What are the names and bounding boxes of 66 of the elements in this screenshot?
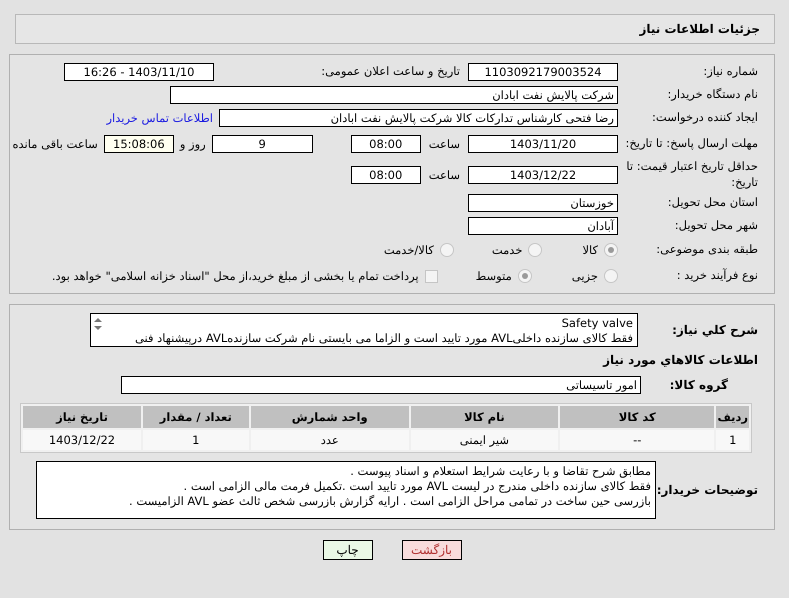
table-cell: -- — [560, 430, 714, 450]
announce-date-field: 1403/11/10 - 16:26 — [64, 62, 214, 80]
date-field: 1403/12/22 — [468, 166, 618, 184]
radio-button[interactable] — [528, 243, 542, 257]
radio-button[interactable] — [518, 269, 532, 283]
time-label: ساعت — [428, 168, 460, 182]
column-header: واحد شمارش — [250, 406, 409, 428]
field-label: ایجاد کننده درخواست: — [651, 110, 759, 126]
back-button[interactable]: بازگشت — [402, 540, 462, 560]
column-header: کد کالا — [560, 406, 714, 428]
notes-line: بازرسی حین ساخت در تمامی مراحل الزامی است . ارایه گزارش بازرسی شخص ثالث عضو AVL الزامیست . — [128, 494, 651, 509]
field-label: نام دستگاه خریدار: — [666, 86, 759, 102]
radio-button[interactable] — [604, 269, 618, 283]
table-cell: عدد — [250, 430, 409, 450]
goods-group-field: امور تاسیساتی — [121, 376, 641, 394]
contact-link[interactable]: اطلاعات تماس خریدار — [106, 110, 213, 124]
radio-label: خدمت — [492, 243, 522, 257]
column-header: نام کالا — [410, 406, 558, 428]
radio-button[interactable] — [604, 243, 618, 257]
payment-checkbox[interactable] — [424, 270, 438, 282]
field-label: حداقل تاریخ اعتبار قیمت: تا تاریخ: — [625, 159, 759, 191]
field-label: شماره نیاز: — [702, 64, 759, 80]
buyer-field: شرکت پالایش نفت ابادان — [170, 86, 618, 104]
scroll-arrows-icon — [93, 316, 103, 332]
radio-button[interactable] — [440, 243, 454, 257]
column-header: تاریخ نیاز — [23, 406, 141, 428]
radio-label: متوسط — [476, 269, 512, 283]
field-label: گروه کالا: — [668, 376, 729, 394]
field-label: مهلت ارسال پاسخ: تا تاریخ: — [624, 136, 759, 152]
province-field: خوزستان — [468, 194, 618, 212]
print-button[interactable]: چاپ — [322, 540, 372, 560]
column-header: تعداد / مقدار — [143, 406, 249, 428]
table-cell: 1403/12/22 — [23, 430, 141, 450]
buyer-notes-box[interactable] — [36, 461, 656, 519]
remaining-time-field: 15:08:06 — [104, 135, 174, 153]
field-label: تاریخ و ساعت اعلان عمومی: — [320, 64, 461, 80]
date-field: 1403/11/20 — [468, 135, 618, 153]
field-label: شهر محل تحویل: — [674, 218, 759, 234]
radio-label: کالا/خدمت — [384, 243, 434, 257]
description-line: فقط کالای سازنده داخلیAVL مورد تایید است و الزاما می بایستی نام شرکت سازندهAVL درپیشنهاد فنی — [134, 331, 633, 346]
table-cell: 1 — [716, 430, 749, 450]
time-field: 08:00 — [350, 166, 421, 184]
time-label: ساعت — [428, 137, 460, 151]
field-label: توضیحات خریدار: — [656, 482, 759, 498]
notes-line: مطابق شرح تقاضا و با رعایت شرایط استعلام و اسناد پیوست . — [349, 464, 651, 479]
field-label: استان محل تحویل: — [666, 194, 759, 210]
radio-label: کالا — [582, 243, 598, 257]
field-label: طبقه بندی موضوعی: — [655, 242, 759, 258]
days-field: 9 — [212, 135, 313, 153]
page-title: جزئیات اطلاعات نیاز — [639, 22, 760, 36]
field-label: نوع فرآیند خرید : — [676, 268, 759, 284]
radio-label: جزیی — [572, 269, 598, 283]
need-number-field: 1103092179003524 — [468, 62, 618, 80]
time-field: 08:00 — [350, 135, 421, 153]
creator-field: رضا فتحی کارشناس تدارکات کالا شرکت پالایش نفت ابادان — [219, 108, 618, 126]
description-line: Safety valve — [560, 316, 633, 331]
checkbox-label: پرداخت تمام یا بخشی از مبلغ خرید،از محل "اسناد خزانه اسلامی" خواهد بود. — [52, 269, 419, 283]
remaining-label: ساعت باقی مانده — [12, 137, 98, 151]
table-cell: شیر ایمنی — [410, 430, 558, 450]
column-header: ردیف — [716, 406, 749, 428]
city-field: آبادان — [468, 216, 618, 234]
field-label: شرح كلي نياز: — [671, 322, 759, 338]
section-title: اطلاعات كالاهاي مورد نياز — [602, 352, 759, 368]
days-label: روز و — [180, 137, 206, 151]
notes-line: فقط کالای سازنده داخلی مندرج در لیست AVL مورد تایید است .تکمیل فرمت مالی الزامی است . — [182, 479, 651, 494]
table-cell: 1 — [143, 430, 249, 450]
